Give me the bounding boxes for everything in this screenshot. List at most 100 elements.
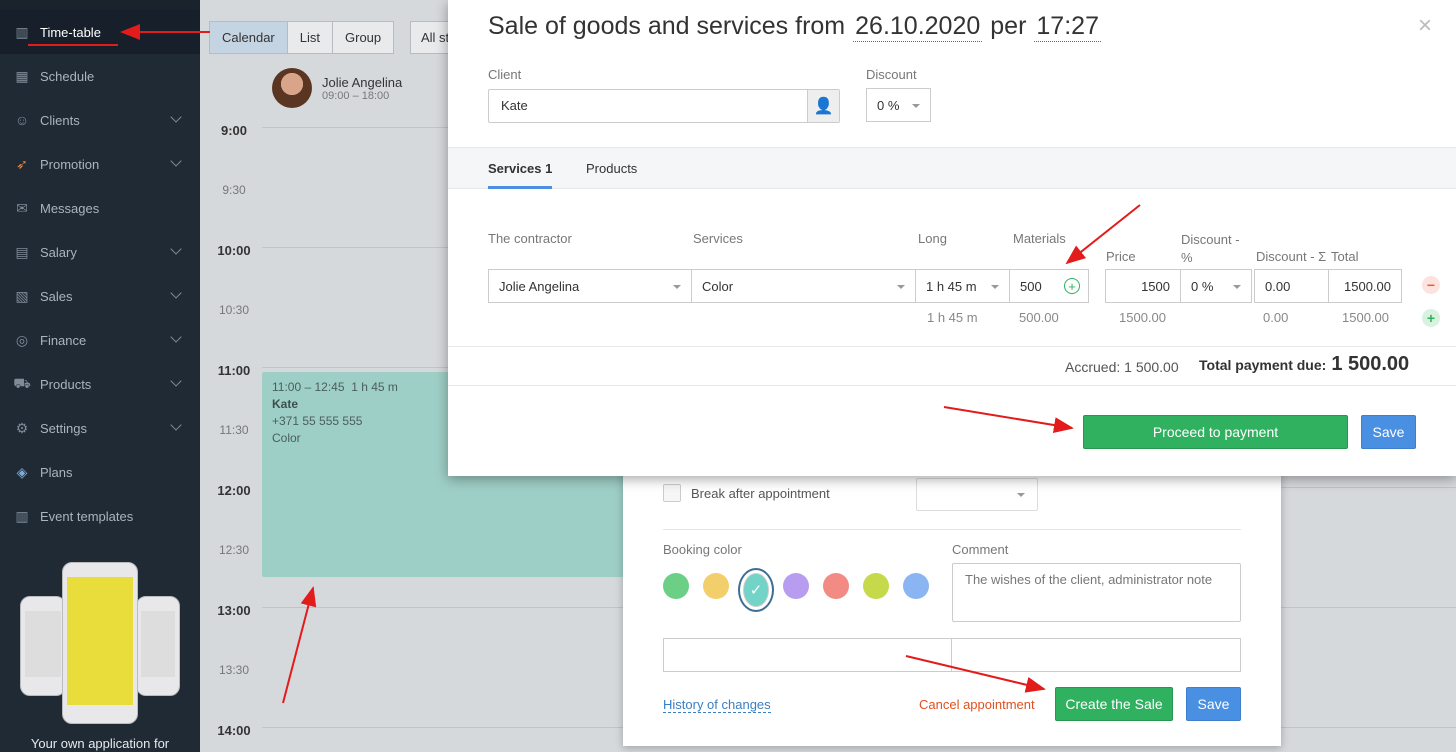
layers-icon: ◈ (16, 463, 28, 480)
sale-date-field[interactable]: 26.10.2020 (853, 12, 983, 42)
column-header-long: Long (918, 231, 947, 246)
cart-icon: ⛟ (13, 374, 31, 391)
divider (663, 529, 1241, 530)
service-value: Color (702, 279, 734, 294)
color-swatch-yellow[interactable] (703, 573, 729, 599)
sidebar-item-messages[interactable]: ✉ Messages (0, 186, 200, 230)
cancel-appointment-link[interactable]: Cancel appointment (919, 697, 1035, 712)
sidebar-item-plans[interactable]: ◈ Plans (0, 450, 200, 494)
break-duration-select[interactable] (916, 478, 1038, 511)
time-label: 12:00 (217, 483, 251, 498)
chat-icon: ✉ (16, 199, 28, 216)
sale-modal (448, 0, 1456, 476)
chevron-down-icon (170, 331, 182, 343)
service-select[interactable]: Color (691, 269, 916, 303)
sidebar-item-schedule[interactable]: ▦ Schedule (0, 54, 200, 98)
subtotal-price: 1500.00 (1119, 310, 1166, 325)
booking-save-button[interactable]: Save (1186, 687, 1241, 721)
time-label: 12:30 (218, 543, 250, 557)
sidebar-item-sales[interactable]: ▧ Sales (0, 274, 200, 318)
break-label: Break after appointment (691, 486, 830, 501)
color-swatch-purple[interactable] (783, 573, 809, 599)
history-of-changes-link[interactable]: History of changes (663, 697, 771, 713)
view-calendar-button[interactable]: Calendar (209, 21, 288, 54)
coins-icon: ◎ (15, 331, 29, 348)
user-icon[interactable]: 👤 (807, 90, 839, 122)
app-promo-text[interactable]: Your own application for (0, 736, 200, 751)
remove-row-icon[interactable]: − (1422, 276, 1440, 294)
staff-column-header[interactable]: Jolie Angelina 09:00 – 18:00 (272, 68, 402, 108)
close-icon[interactable]: × (1418, 12, 1432, 40)
chevron-down-icon (1233, 285, 1241, 293)
chevron-down-icon (170, 287, 182, 299)
add-material-icon[interactable]: + (1064, 278, 1080, 294)
sidebar-item-event-templates[interactable]: ▥ Event templates (0, 494, 200, 538)
book-icon: ▥ (15, 507, 29, 524)
total-due-label: Total payment due: (1199, 357, 1327, 373)
duration-select[interactable]: 1 h 45 m (915, 269, 1010, 303)
sidebar-item-promotion[interactable]: ➶ Promotion (0, 142, 200, 186)
sidebar-top-stripe (0, 0, 200, 10)
proceed-to-payment-button[interactable]: Proceed to payment (1083, 415, 1348, 449)
sidebar-item-time-table[interactable]: ▥ Time-table (0, 10, 200, 54)
sale-time-field[interactable]: 17:27 (1034, 12, 1101, 42)
tab-products[interactable]: Products (586, 161, 637, 176)
check-icon: ✓ (749, 582, 763, 599)
chevron-down-icon (170, 155, 182, 167)
color-swatch-lime[interactable] (863, 573, 889, 599)
subtotal-total: 1500.00 (1342, 310, 1389, 325)
add-row-icon[interactable]: + (1422, 309, 1440, 327)
divider (448, 385, 1456, 386)
extra-field-right[interactable] (951, 638, 1241, 672)
view-list-button[interactable]: List (286, 21, 333, 54)
calendar-icon: ▦ (15, 67, 29, 84)
sidebar-item-settings[interactable]: ⚙ Settings (0, 406, 200, 450)
sidebar-item-label: Sales (40, 288, 73, 304)
total-due-value: 1 500.00 (1331, 353, 1410, 375)
tab-services[interactable]: Services 1 (488, 161, 552, 176)
color-swatch-blue[interactable] (903, 573, 929, 599)
sidebar-item-finance[interactable]: ◎ Finance (0, 318, 200, 362)
color-swatch-teal-selected[interactable]: ✓ (743, 573, 769, 607)
sidebar-item-label: Clients (40, 112, 80, 128)
sidebar-item-label: Finance (40, 332, 87, 348)
column-header-discount-pct: Discount - % (1181, 232, 1240, 265)
chevron-down-icon (912, 104, 920, 112)
book-icon: ▥ (15, 23, 29, 40)
time-label: 11:30 (219, 423, 249, 437)
time-label: 11:00 (217, 363, 251, 378)
subtotal-long: 1 h 45 m (927, 310, 978, 325)
sidebar-item-salary[interactable]: ▤ Salary (0, 230, 200, 274)
extra-field-left[interactable] (663, 638, 952, 672)
create-sale-button[interactable]: Create the Sale (1055, 687, 1173, 721)
time-label: 10:30 (218, 303, 250, 317)
calculator-icon: ▤ (15, 243, 29, 260)
sale-title: Sale of goods and services from 26.10.20… (488, 12, 1109, 42)
comment-textarea[interactable]: The wishes of the client, administrator … (952, 563, 1241, 622)
color-swatch-green[interactable] (663, 573, 689, 599)
receipt-icon: ▧ (15, 287, 29, 304)
app-promo-image[interactable] (20, 560, 180, 730)
total-input[interactable]: 1500.00 (1328, 269, 1402, 303)
sidebar-item-label: Promotion (40, 156, 100, 172)
sidebar-item-label: Messages (40, 200, 100, 216)
time-label: 9:00 (220, 123, 248, 138)
sale-save-button[interactable]: Save (1361, 415, 1416, 449)
sidebar-item-clients[interactable]: ☺ Clients (0, 98, 200, 142)
break-checkbox[interactable] (663, 484, 681, 502)
view-group-button[interactable]: Group (332, 21, 395, 54)
discount-select[interactable]: 0 % (866, 88, 931, 122)
discount-sum-input[interactable]: 0.00 (1254, 269, 1329, 303)
chevron-down-icon (170, 243, 182, 255)
color-swatch-red[interactable] (823, 573, 849, 599)
column-header-contractor: The contractor (488, 231, 572, 246)
discount-label: Discount (866, 67, 917, 82)
client-input[interactable]: Kate (488, 89, 840, 123)
phone-left-image (20, 596, 66, 696)
time-label: 10:00 (217, 243, 251, 258)
discount-pct-select[interactable]: 0 % (1180, 269, 1252, 303)
price-input[interactable]: 1500 (1105, 269, 1181, 303)
contractor-select[interactable]: Jolie Angelina (488, 269, 692, 303)
sidebar-item-label: Plans (40, 464, 73, 480)
sidebar-item-products[interactable]: ⛟ Products (0, 362, 200, 406)
